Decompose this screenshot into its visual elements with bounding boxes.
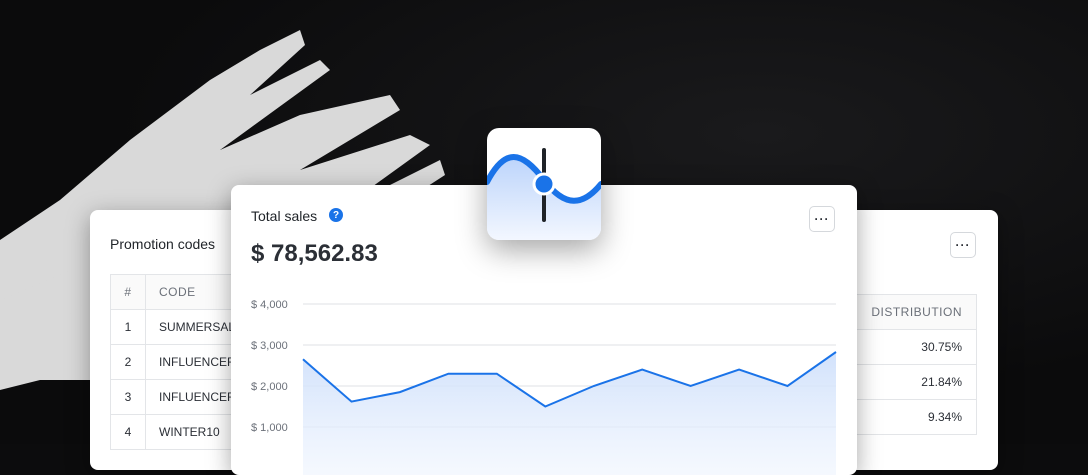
distribution-value: 21.84%	[840, 364, 977, 400]
y-tick-label: $ 4,000	[251, 299, 288, 311]
column-header-number: #	[110, 274, 146, 310]
sales-chart: $ 4,000 $ 3,000 $ 2,000 $ 1,000	[251, 299, 837, 475]
table-header-row: DISTRIBUTION	[840, 294, 977, 330]
row-number: 3	[110, 379, 146, 415]
promotion-codes-title: Promotion codes	[110, 236, 216, 252]
help-icon[interactable]: ?	[329, 208, 343, 222]
row-number: 1	[110, 309, 146, 345]
row-number: 2	[110, 344, 146, 380]
distribution-value: 9.34%	[840, 399, 977, 435]
total-sales-title: Total sales	[251, 208, 318, 224]
row-number: 4	[110, 414, 146, 450]
distribution-table: DISTRIBUTION 30.75% 21.84% 9.34%	[840, 294, 977, 435]
more-options-button[interactable]: ···	[950, 232, 976, 258]
table-row[interactable]: 21.84%	[840, 364, 977, 400]
sales-area-fill	[303, 352, 836, 475]
y-tick-label: $ 2,000	[251, 381, 288, 393]
table-row[interactable]: 9.34%	[840, 399, 977, 435]
distribution-card: ··· DISTRIBUTION 30.75% 21.84% 9.34%	[840, 210, 998, 470]
y-tick-label: $ 1,000	[251, 422, 288, 434]
column-header-distribution[interactable]: DISTRIBUTION	[840, 294, 977, 330]
line-chart-icon	[487, 148, 601, 240]
chart-icon-tile	[487, 128, 601, 240]
table-row[interactable]: 30.75%	[840, 329, 977, 365]
total-sales-value: $ 78,562.83	[251, 240, 378, 267]
more-options-button[interactable]: ···	[809, 206, 835, 232]
y-tick-label: $ 3,000	[251, 340, 288, 352]
distribution-value: 30.75%	[840, 329, 977, 365]
